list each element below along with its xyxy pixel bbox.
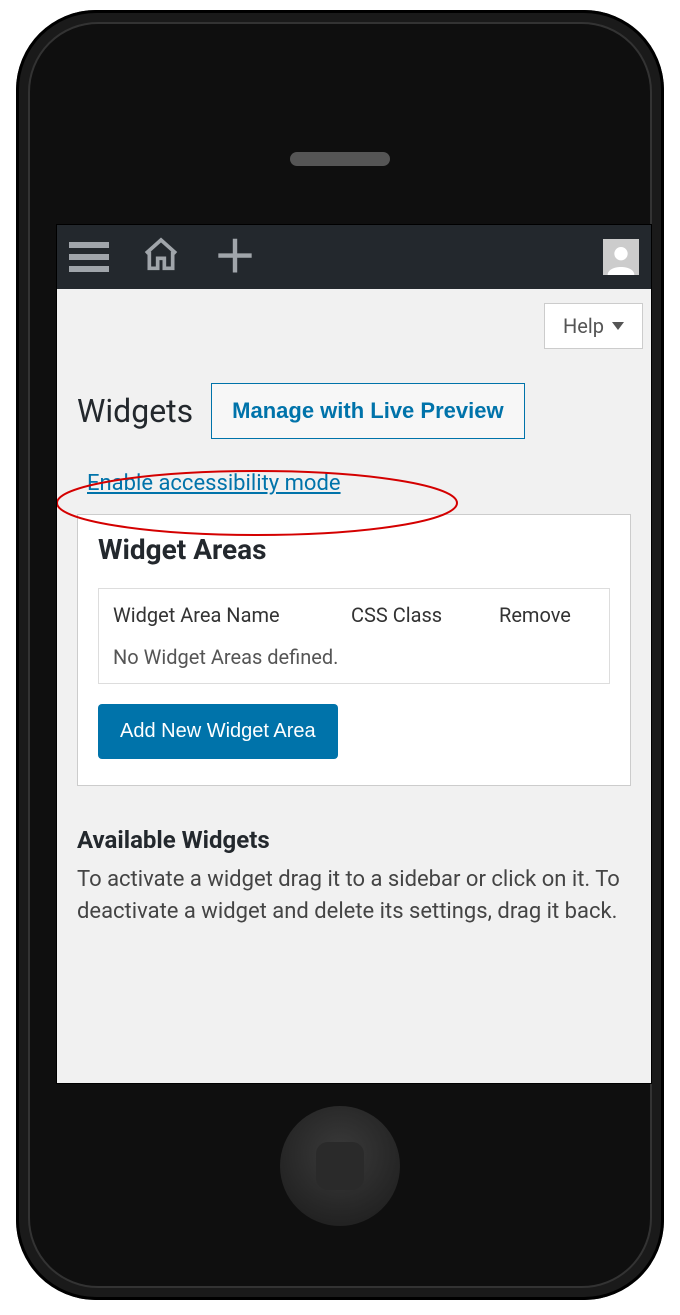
table-header: Widget Area Name CSS Class Remove: [113, 603, 595, 627]
available-widgets-description: To activate a widget drag it to a sideba…: [77, 864, 631, 928]
phone-speaker: [290, 152, 390, 166]
home-icon[interactable]: [141, 235, 181, 279]
user-avatar[interactable]: [603, 239, 639, 275]
col-css: CSS Class: [351, 603, 471, 627]
page-content: Help Widgets Manage with Live Preview En…: [57, 289, 651, 948]
table-empty-message: No Widget Areas defined.: [113, 645, 595, 669]
col-name: Widget Area Name: [113, 603, 323, 627]
phone-frame: ＋ Help Widgets: [16, 10, 664, 1300]
help-label: Help: [563, 314, 604, 338]
admin-bar: ＋: [57, 225, 651, 289]
chevron-down-icon: [612, 322, 624, 330]
screen: ＋ Help Widgets: [56, 224, 652, 1084]
widget-areas-panel: Widget Areas Widget Area Name CSS Class …: [77, 514, 631, 786]
enable-accessibility-link[interactable]: Enable accessibility mode: [87, 471, 341, 496]
help-button[interactable]: Help: [544, 303, 643, 349]
available-widgets-section: Available Widgets To activate a widget d…: [57, 786, 651, 928]
home-button-square-icon: [316, 1142, 364, 1190]
col-remove: Remove: [499, 603, 599, 627]
menu-icon[interactable]: [69, 242, 109, 272]
page-title: Widgets: [77, 392, 193, 430]
add-new-icon[interactable]: ＋: [213, 235, 257, 279]
available-widgets-heading: Available Widgets: [77, 826, 631, 854]
phone-inner: ＋ Help Widgets: [28, 22, 652, 1288]
phone-home-button[interactable]: [280, 1106, 400, 1226]
widget-areas-heading: Widget Areas: [98, 533, 610, 566]
manage-live-preview-button[interactable]: Manage with Live Preview: [211, 383, 524, 439]
widget-areas-table: Widget Area Name CSS Class Remove No Wid…: [98, 588, 610, 684]
add-widget-area-button[interactable]: Add New Widget Area: [98, 704, 338, 759]
